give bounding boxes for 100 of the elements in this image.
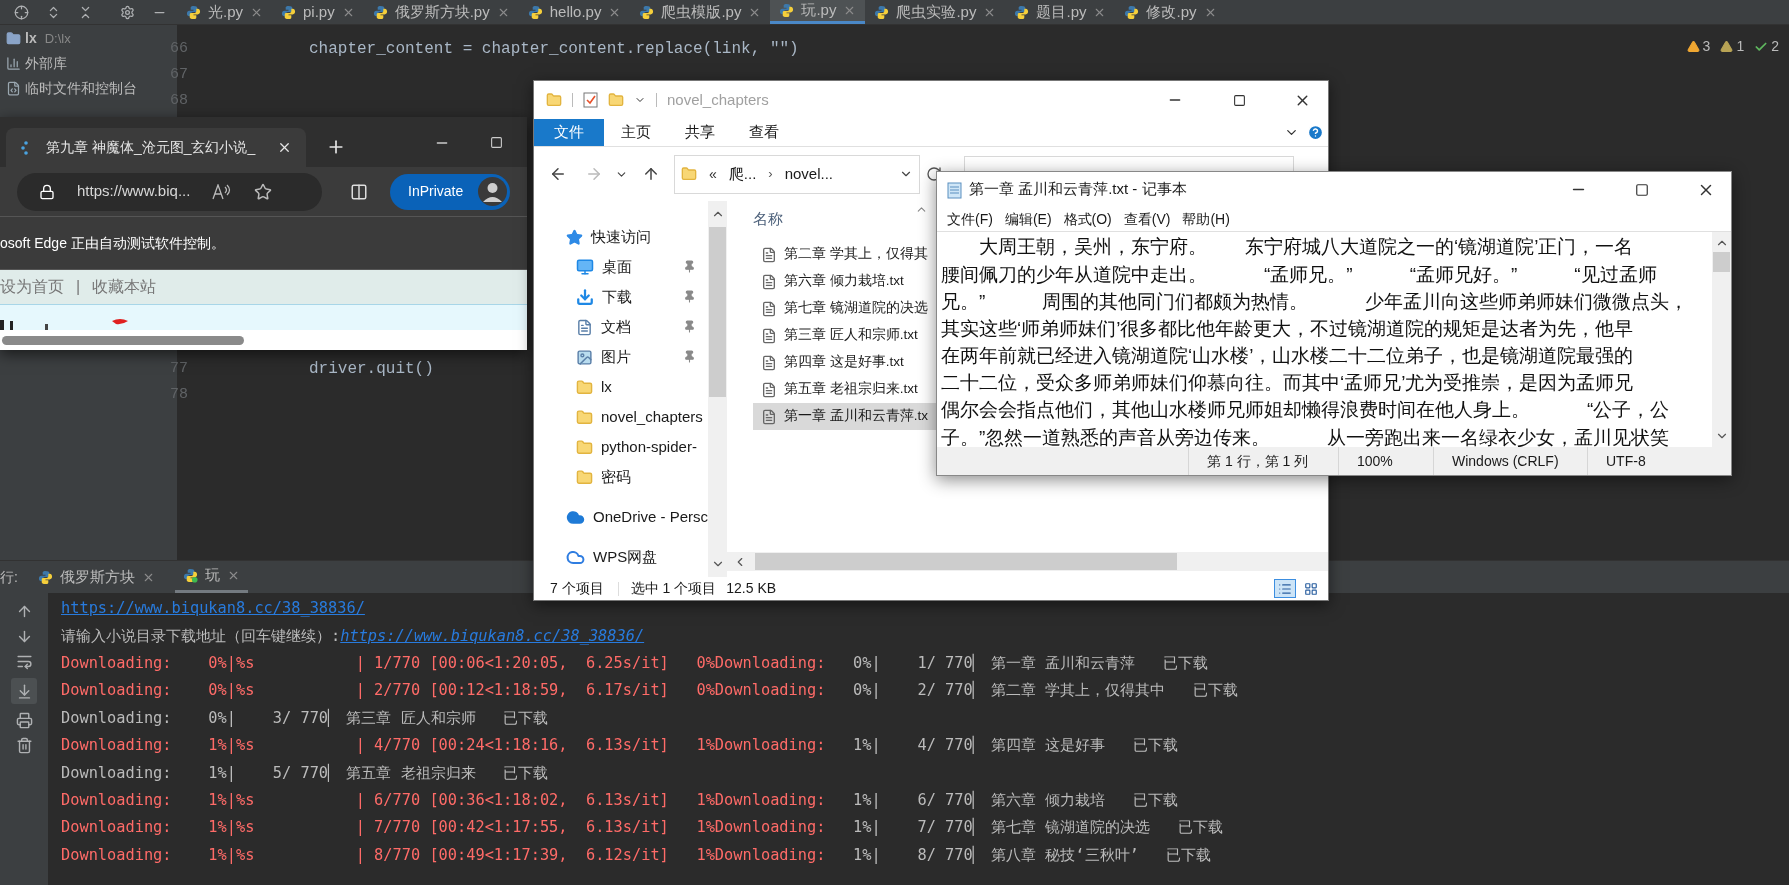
help-icon[interactable] <box>1307 124 1324 141</box>
scrollbar[interactable] <box>1712 232 1731 447</box>
run-tab[interactable]: 玩 <box>174 561 248 593</box>
inspection-count: 3 <box>1702 37 1711 56</box>
console-line: Downloading: 0%| 3/ 770▏ 第三章 匠人和宗师 已下载 <box>61 707 549 729</box>
editor-tab[interactable]: 题目.py <box>1005 0 1116 24</box>
editor-tab[interactable]: 修改.py <box>1115 0 1226 24</box>
trash-icon[interactable] <box>15 737 33 754</box>
menu-item[interactable]: 查看(V) <box>1117 208 1177 230</box>
status-text: Windows (CRLF) <box>1452 451 1559 471</box>
nav-item[interactable]: 桌面 <box>602 255 632 279</box>
text-file-icon <box>761 300 777 317</box>
ribbon-tab[interactable]: 文件 <box>534 119 604 146</box>
editor-tab[interactable]: pi.py <box>272 0 364 24</box>
text-file-icon <box>761 246 777 263</box>
console-line: Downloading: 0%|%s | 1/770 [00:06<1:20:05, 6.25s/it] 0%Downloading: 0%| 1/ 770▏ 第一章 孟川和云青萍 已下载 <box>61 652 1208 674</box>
back-icon[interactable] <box>549 165 567 183</box>
notepad-icon <box>947 180 963 199</box>
desktop-icon <box>576 258 594 276</box>
nav-item[interactable]: lx <box>601 375 612 399</box>
console-line: Downloading: 1%|%s | 8/770 [00:49<1:17:39, 6.12s/it] 1%Downloading: 1%| 8/ 770▏ 第八章 秘技‘三秋叶’ 已下载 <box>61 844 1212 866</box>
settings-icon[interactable] <box>120 4 135 20</box>
print-icon[interactable] <box>15 712 33 729</box>
lock-icon <box>39 183 55 200</box>
status-text: 第 1 行，第 1 列 <box>1207 451 1309 471</box>
favorite-icon[interactable] <box>254 182 273 201</box>
scrollbar-thumb[interactable] <box>2 335 244 345</box>
scrollbar-thumb[interactable] <box>755 553 1177 570</box>
project-item[interactable]: 临时文件和控制台 <box>25 78 137 99</box>
file-row[interactable]: 第二章 学其上，仅得其 <box>753 241 936 268</box>
nav-item[interactable]: 下载 <box>602 285 632 309</box>
details-view-button[interactable] <box>1274 579 1296 598</box>
menu-item[interactable]: 编辑(E) <box>998 208 1058 230</box>
editor-tab[interactable]: 玩.py <box>770 0 866 24</box>
item-count: 7 个项目 <box>550 579 604 598</box>
nav-item[interactable]: 快速访问 <box>591 225 651 249</box>
run-tab[interactable]: 俄罗斯方块 <box>29 561 163 593</box>
file-row[interactable]: 第七章 镜湖道院的决选 <box>753 295 936 322</box>
file-row[interactable]: 第一章 孟川和云青萍.tx <box>753 403 936 430</box>
nav-item[interactable]: 密码 <box>601 465 631 489</box>
ribbon-tab[interactable]: 查看 <box>732 119 796 146</box>
project-item[interactable]: lx <box>25 28 37 49</box>
scrollbar-thumb[interactable] <box>1713 252 1730 272</box>
file-name: 第四章 这是好事.txt <box>784 353 904 372</box>
project-item[interactable]: 外部库 <box>25 53 67 74</box>
nav-item[interactable]: 图片 <box>601 345 631 369</box>
code-line: driver.quit() <box>309 359 434 380</box>
window-title: novel_chapters <box>667 89 769 110</box>
browser-tab[interactable]: 第九章 神魔体_沧元图_玄幻小说_ <box>6 128 306 167</box>
library-icon <box>6 56 21 71</box>
nav-item[interactable]: WPS网盘 <box>593 545 658 569</box>
maximize-icon[interactable] <box>1635 182 1649 197</box>
menu-item[interactable]: 文件(F) <box>941 208 999 230</box>
breadcrumb-separator: › <box>768 165 773 184</box>
page-link[interactable]: 设为首页 <box>0 275 64 299</box>
editor-tab[interactable]: 爬虫实验.py <box>865 0 1006 24</box>
editor-tab[interactable]: hello.py <box>518 0 631 24</box>
column-header[interactable]: 名称 <box>753 207 783 231</box>
file-row[interactable]: 第六章 倾力栽培.txt <box>753 268 936 295</box>
editor-tab[interactable]: 俄罗斯方块.py <box>363 0 519 24</box>
menu-item[interactable]: 格式(O) <box>1057 208 1118 230</box>
line-number: 66 <box>169 38 188 59</box>
inspection-count: 1 <box>1736 37 1745 56</box>
read-aloud-icon[interactable] <box>212 183 233 200</box>
page-link[interactable]: 收藏本站 <box>92 275 157 299</box>
address-bar[interactable]: « 爬... › novel... <box>674 154 920 194</box>
editor-tab[interactable]: 爬虫模版.py <box>630 0 771 24</box>
file-row[interactable]: 第四章 这是好事.txt <box>753 349 936 376</box>
nav-item[interactable]: novel_chapters <box>601 405 703 429</box>
ribbon-tab[interactable]: 共享 <box>668 119 732 146</box>
folder-icon <box>546 92 562 108</box>
warning-icon <box>1720 40 1734 53</box>
ribbon-tab[interactable]: 主页 <box>604 119 668 146</box>
folder-icon <box>576 438 593 456</box>
file-type-icon <box>527 4 543 20</box>
text-line: 二十二位，受众多师弟师妹们仰慕向往。而其中‘孟师兄’尤为受推崇，是因为孟师兄 <box>941 371 1634 396</box>
editor-tab[interactable]: 光.py <box>177 0 272 24</box>
maximize-icon[interactable] <box>1232 93 1246 107</box>
file-row[interactable]: 第三章 匠人和宗师.txt <box>753 322 936 349</box>
up-icon[interactable] <box>642 165 660 183</box>
automation-notice: osoft Edge 正由自动测试软件控制。 <box>0 233 225 253</box>
split-screen-icon[interactable] <box>350 182 368 201</box>
menu-item[interactable]: 帮助(H) <box>1176 208 1236 230</box>
warning-icon <box>1686 40 1700 53</box>
soft-wrap-icon[interactable] <box>15 653 33 670</box>
close-icon[interactable] <box>277 140 292 155</box>
breadcrumb[interactable]: 爬... <box>728 162 757 186</box>
address-bar[interactable]: https://www.biq... <box>17 172 322 211</box>
breadcrumb[interactable]: novel... <box>784 162 834 186</box>
nav-item[interactable]: 文档 <box>601 315 631 339</box>
inprivate-button[interactable]: InPrivate <box>390 173 510 210</box>
nav-item[interactable]: OneDrive - Persc <box>593 505 708 529</box>
scroll-to-end-button[interactable] <box>11 678 37 704</box>
scrollbar[interactable] <box>708 201 727 577</box>
text-line: 腰间佩刀的少年从道院中走出。 “孟师兄。” “孟师兄好。” “见过孟师 <box>941 262 1657 287</box>
properties-icon[interactable] <box>583 92 598 108</box>
project-path: D:\lx <box>44 29 71 48</box>
locate-icon[interactable] <box>14 4 29 20</box>
file-row[interactable]: 第五章 老祖宗归来.txt <box>753 376 936 403</box>
nav-item[interactable]: python-spider- <box>601 435 697 459</box>
